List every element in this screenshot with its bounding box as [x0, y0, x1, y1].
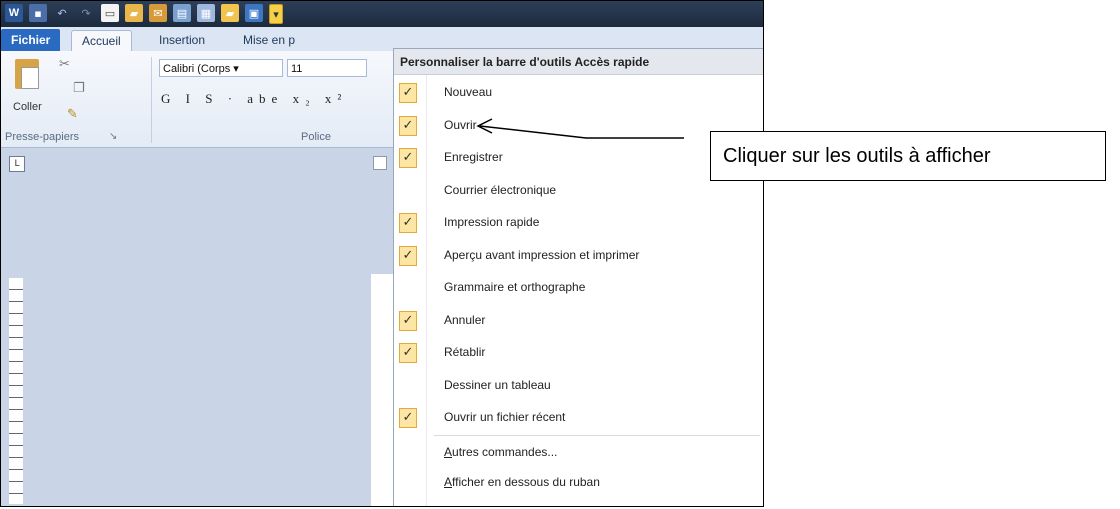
menu-item[interactable]: Courrier électronique: [394, 177, 763, 207]
tab-mise-en-page[interactable]: Mise en p: [233, 30, 305, 50]
checkmark-icon: ✓: [399, 408, 417, 428]
menu-item[interactable]: Dessiner un tableau: [394, 372, 763, 402]
save-icon[interactable]: ▪: [29, 4, 47, 22]
table-icon[interactable]: ▣: [245, 4, 263, 22]
new-document-icon[interactable]: ▭: [101, 4, 119, 22]
menu-item[interactable]: Grammaire et orthographe: [394, 274, 763, 304]
font-format-buttons[interactable]: G I S · abe x₂ x²: [161, 91, 347, 107]
menu-item-label: Grammaire et orthographe: [444, 280, 586, 294]
menu-item[interactable]: ✓ Ouvrir un fichier récent: [394, 404, 763, 434]
menu-item-more-commands[interactable]: Autres commandes...: [394, 439, 763, 469]
accelerator-key: A: [444, 444, 453, 459]
group-label-clipboard: Presse-papiers: [5, 131, 79, 143]
checkmark-icon: ✓: [399, 148, 417, 168]
ruler-toggle-icon[interactable]: [373, 156, 387, 170]
dialog-launcher-icon[interactable]: ↘: [109, 131, 117, 142]
menu-item-label: Rétablir: [444, 345, 486, 359]
menu-item-label-rest: utres commandes...: [452, 444, 558, 459]
paste-button-label[interactable]: Coller: [13, 101, 42, 113]
font-size-select[interactable]: 11: [287, 59, 367, 77]
menu-item-label: Dessiner un tableau: [444, 377, 551, 392]
menu-item-label: Autres commandes...: [444, 445, 557, 459]
checkmark-icon: ✓: [399, 343, 417, 363]
word-window: W ▪ ↶ ↷ ▭ ▰ ✉ ▤ ▦ ▰ ▣ ▾ Fichier Accueil …: [0, 0, 764, 507]
quick-access-toolbar: W ▪ ↶ ↷ ▭ ▰ ✉ ▤ ▦ ▰ ▣ ▾: [5, 4, 283, 24]
tab-accueil[interactable]: Accueil: [71, 30, 132, 51]
menu-item-show-below-ribbon[interactable]: Afficher en dessous du ruban: [394, 469, 763, 499]
group-separator: [151, 57, 152, 143]
menu-item[interactable]: ✓ Aperçu avant impression et imprimer: [394, 242, 763, 272]
title-bar: W ▪ ↶ ↷ ▭ ▰ ✉ ▤ ▦ ▰ ▣ ▾: [1, 1, 763, 27]
cut-icon[interactable]: ✂: [59, 57, 70, 72]
print-preview-icon[interactable]: ▦: [197, 4, 215, 22]
format-painter-icon[interactable]: ✎: [67, 107, 78, 122]
redo-icon[interactable]: ↷: [77, 4, 95, 22]
recent-file-icon[interactable]: ▰: [221, 4, 239, 22]
annotation-arrow: [476, 118, 684, 139]
tab-fichier[interactable]: Fichier: [1, 29, 61, 51]
tab-selector-icon[interactable]: L: [9, 156, 25, 172]
menu-item-label: Enregistrer: [444, 150, 503, 164]
menu-title: Personnaliser la barre d'outils Accès ra…: [394, 49, 763, 75]
checkmark-icon: ✓: [399, 83, 417, 103]
word-logo-icon[interactable]: W: [5, 4, 23, 22]
email-icon[interactable]: ✉: [149, 4, 167, 22]
tab-insertion[interactable]: Insertion: [149, 30, 215, 50]
font-name-select[interactable]: Calibri (Corps ▾: [159, 59, 283, 77]
menu-item-label: Nouveau: [444, 85, 493, 99]
menu-item-label: Ouvrir un fichier récent: [444, 410, 566, 424]
menu-item[interactable]: ✓ Rétablir: [394, 339, 763, 369]
menu-item-label: Aperçu avant impression et imprimer: [444, 247, 640, 262]
menu-item[interactable]: ✓ Enregistrer: [394, 144, 763, 174]
open-folder-icon[interactable]: ▰: [125, 4, 143, 22]
checkmark-icon: ✓: [399, 245, 417, 266]
undo-icon[interactable]: ↶: [53, 4, 71, 22]
paste-icon[interactable]: [15, 59, 39, 89]
accelerator-key: A: [444, 474, 453, 489]
menu-divider: [434, 434, 760, 436]
copy-icon[interactable]: ❐: [73, 81, 85, 96]
menu-item-label: Annuler: [444, 312, 486, 327]
customize-qat-menu: Personnaliser la barre d'outils Accès ra…: [393, 48, 763, 506]
vertical-ruler: [9, 278, 23, 504]
menu-item-label: Courrier électronique: [444, 182, 557, 197]
customize-qat-dropdown-icon[interactable]: ▾: [269, 4, 283, 24]
group-label-font: Police: [301, 131, 331, 143]
menu-item-label-rest: fficher en dessous du ruban: [452, 474, 600, 489]
menu-item[interactable]: ✓ Impression rapide: [394, 209, 763, 239]
quick-print-icon[interactable]: ▤: [173, 4, 191, 22]
instruction-callout: Cliquer sur les outils à afficher: [710, 131, 1106, 181]
checkmark-icon: ✓: [399, 213, 417, 233]
menu-item[interactable]: ✓ Nouveau: [394, 79, 763, 109]
menu-item[interactable]: ✓ Annuler: [394, 307, 763, 337]
checkmark-icon: ✓: [399, 310, 417, 331]
menu-item-label: Impression rapide: [444, 215, 540, 229]
checkmark-icon: ✓: [399, 115, 417, 136]
menu-item-label: Afficher en dessous du ruban: [444, 475, 600, 489]
